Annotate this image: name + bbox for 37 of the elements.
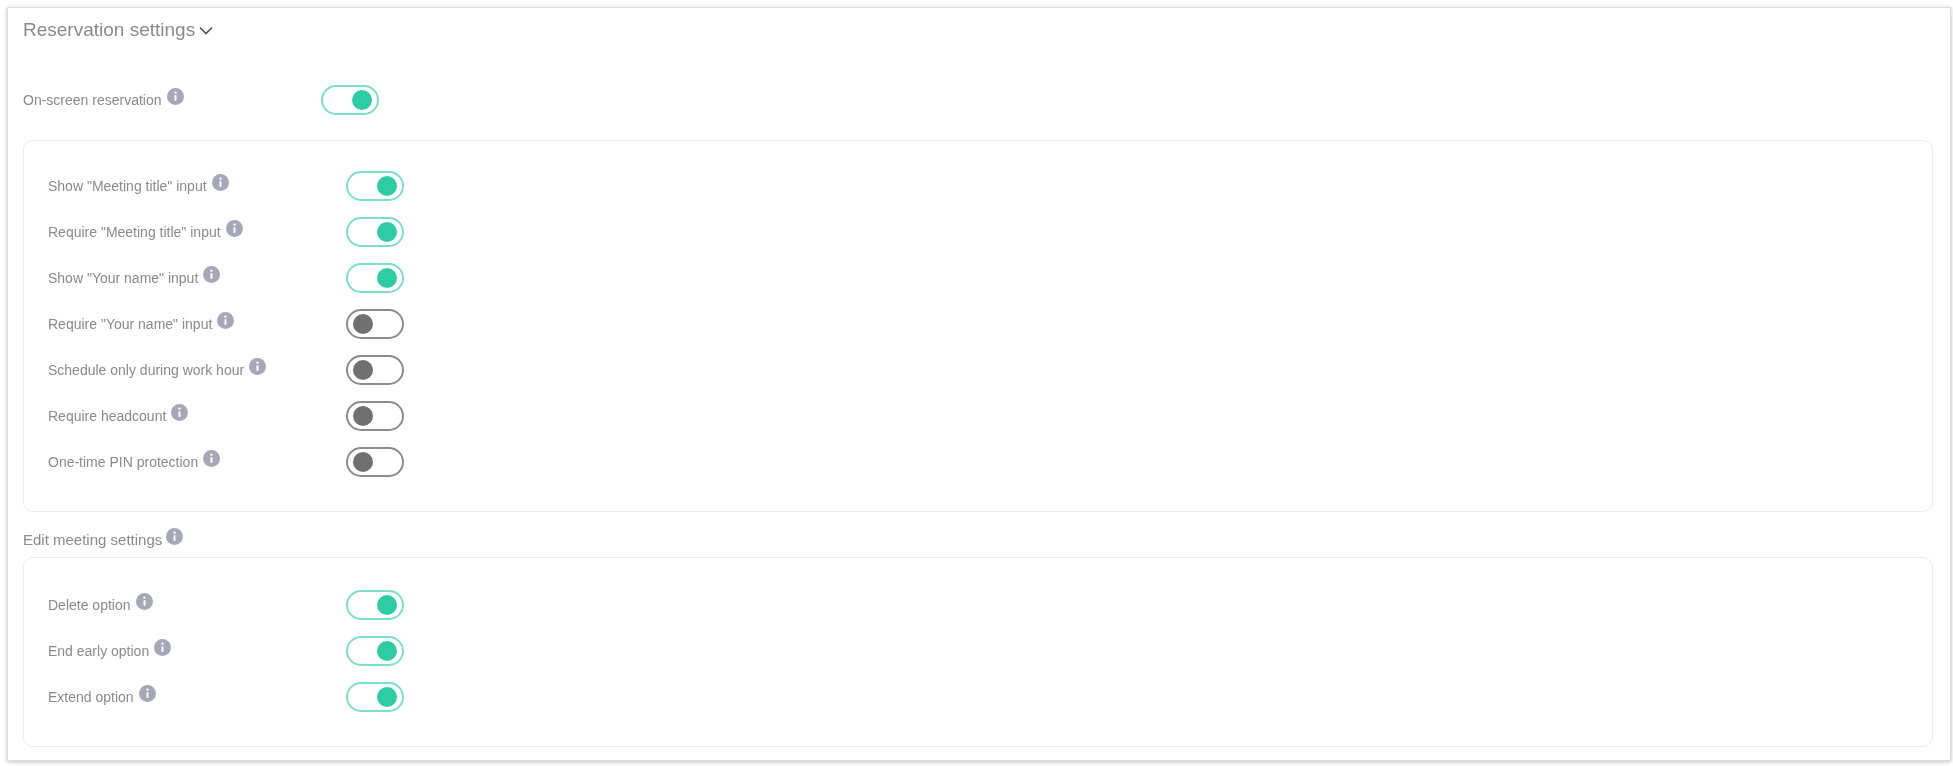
- info-icon[interactable]: [166, 87, 184, 105]
- setting-label: One-time PIN protection: [48, 452, 199, 472]
- info-icon[interactable]: [203, 449, 221, 467]
- info-icon[interactable]: [135, 592, 153, 610]
- info-icon[interactable]: [166, 527, 184, 545]
- toggle-switch[interactable]: [346, 447, 404, 477]
- setting-label: Require "Your name" input: [48, 314, 213, 334]
- toggle-switch[interactable]: [346, 636, 404, 666]
- toggle-switch[interactable]: [346, 682, 404, 712]
- toggle-switch[interactable]: [346, 171, 404, 201]
- info-icon[interactable]: [249, 357, 267, 375]
- toggle-switch[interactable]: [346, 263, 404, 293]
- setting-label: Show "Meeting title" input: [48, 176, 207, 196]
- info-icon[interactable]: [154, 638, 172, 656]
- setting-label: Delete option: [48, 595, 131, 615]
- toggle-switch[interactable]: [346, 309, 404, 339]
- toggle-switch[interactable]: [346, 217, 404, 247]
- setting-label: Require "Meeting title" input: [48, 222, 221, 242]
- chevron-icon[interactable]: [199, 25, 214, 35]
- info-icon[interactable]: [203, 265, 221, 283]
- toggle-switch[interactable]: [346, 590, 404, 620]
- toggle-switch[interactable]: [346, 401, 404, 431]
- info-icon[interactable]: [138, 684, 156, 702]
- info-icon[interactable]: [171, 403, 189, 421]
- setting-label: Schedule only during work hour: [48, 360, 245, 380]
- setting-label: End early option: [48, 641, 150, 661]
- info-icon[interactable]: [225, 219, 243, 237]
- setting-label: On-screen reservation: [23, 90, 162, 110]
- setting-label: Require headcount: [48, 406, 167, 426]
- section-title[interactable]: Reservation settings: [23, 15, 196, 45]
- toggle-switch[interactable]: [321, 85, 379, 115]
- toggle-switch[interactable]: [346, 355, 404, 385]
- setting-label: Extend option: [48, 687, 134, 707]
- info-icon[interactable]: [211, 173, 229, 191]
- subsection-title: Edit meeting settings: [23, 529, 163, 550]
- setting-label: Show "Your name" input: [48, 268, 199, 288]
- info-icon[interactable]: [217, 311, 235, 329]
